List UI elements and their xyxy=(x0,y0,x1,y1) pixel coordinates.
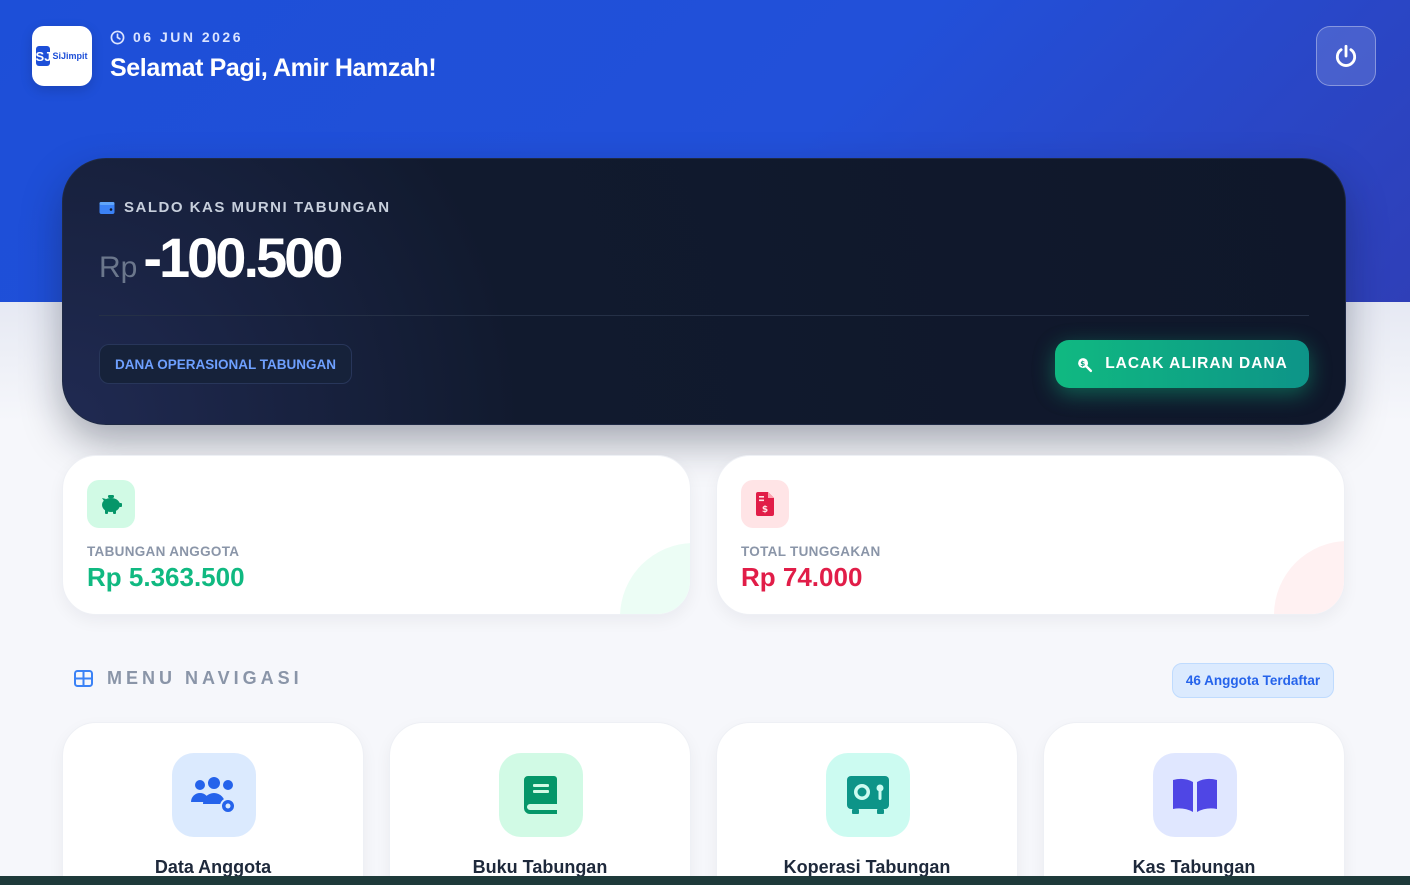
piggy-bank-icon xyxy=(102,495,122,514)
balance-divider xyxy=(99,315,1309,316)
app-logo[interactable]: SJ SiJimpit xyxy=(32,26,92,86)
balance-currency: Rp xyxy=(99,251,138,284)
book-open-icon xyxy=(1173,778,1217,812)
wallet-icon xyxy=(99,201,115,214)
member-count-badge: 46 Anggota Terdaftar xyxy=(1172,663,1334,698)
arrears-label: TOTAL TUNGGAKAN xyxy=(741,544,881,559)
arrears-icon-box: $ xyxy=(741,480,789,528)
users-cog-icon xyxy=(191,777,236,814)
grid-icon xyxy=(74,670,93,687)
vault-icon xyxy=(847,776,889,814)
balance-value: -100.500 xyxy=(143,226,343,289)
svg-text:$: $ xyxy=(1080,358,1086,367)
power-icon xyxy=(1335,44,1357,67)
bottom-bar xyxy=(0,876,1410,885)
nav-title: MENU NAVIGASI xyxy=(107,668,303,688)
menu-label: Kas Tabungan xyxy=(1132,857,1256,877)
arrears-value: Rp 74.000 xyxy=(741,562,863,592)
track-funds-button[interactable]: $ LACAK ALIRAN DANA xyxy=(1055,340,1309,388)
logout-button[interactable] xyxy=(1316,26,1376,86)
balance-amount: Rp -100.500 xyxy=(99,225,343,290)
menu-icon-box xyxy=(826,753,910,837)
balance-label-text: SALDO KAS MURNI TABUNGAN xyxy=(124,199,391,216)
menu-label: Koperasi Tabungan xyxy=(783,857,951,877)
savings-icon-box xyxy=(87,480,135,528)
menu-buku-tabungan[interactable]: Buku Tabungan xyxy=(389,722,691,885)
arrears-stat-card[interactable]: $ TOTAL TUNGGAKAN Rp 74.000 xyxy=(716,455,1345,615)
arrears-decoration xyxy=(1274,541,1344,614)
book-icon xyxy=(524,776,557,814)
logo-mark: SJ SiJimpit xyxy=(36,46,88,66)
menu-koperasi-tabungan[interactable]: Koperasi Tabungan xyxy=(716,722,1018,885)
menu-icon-box xyxy=(499,753,583,837)
savings-stat-card[interactable]: TABUNGAN ANGGOTA Rp 5.363.500 xyxy=(62,455,691,615)
menu-label: Buku Tabungan xyxy=(472,857,608,877)
track-funds-label: LACAK ALIRAN DANA xyxy=(1105,355,1288,372)
savings-decoration xyxy=(620,543,690,614)
menu-label: Data Anggota xyxy=(154,857,272,877)
operational-fund-chip: DANA OPERASIONAL TABUNGAN xyxy=(99,344,353,384)
balance-card: SALDO KAS MURNI TABUNGAN Rp -100.500 DAN… xyxy=(62,158,1346,425)
logo-text: SiJimpit xyxy=(52,51,88,61)
svg-text:$: $ xyxy=(762,505,768,515)
savings-label: TABUNGAN ANGGOTA xyxy=(87,544,240,559)
invoice-dollar-icon: $ xyxy=(756,492,774,516)
balance-label: SALDO KAS MURNI TABUNGAN xyxy=(99,199,391,216)
clock-icon xyxy=(110,30,125,44)
menu-icon-box xyxy=(172,753,256,837)
logo-glyph: SJ xyxy=(36,46,51,66)
menu-kas-tabungan[interactable]: Kas Tabungan xyxy=(1043,722,1345,885)
nav-section-header: MENU NAVIGASI xyxy=(74,668,303,689)
greeting-text: Selamat Pagi, Amir Hamzah! xyxy=(110,54,437,82)
current-date: 06 JUN 2026 xyxy=(133,29,244,45)
search-dollar-icon: $ xyxy=(1078,357,1093,372)
date-row: 06 JUN 2026 xyxy=(110,29,243,45)
savings-value: Rp 5.363.500 xyxy=(87,562,245,592)
menu-icon-box xyxy=(1153,753,1237,837)
menu-data-anggota[interactable]: Data Anggota xyxy=(62,722,364,885)
